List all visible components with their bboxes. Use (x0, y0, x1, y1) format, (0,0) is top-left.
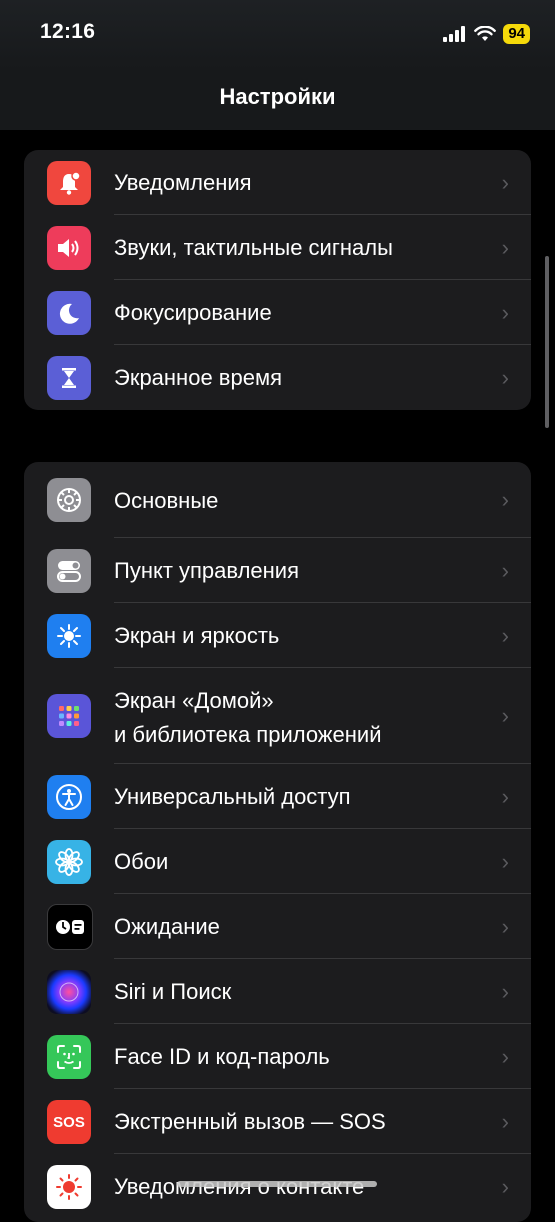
status-icons: 94 (443, 22, 530, 46)
exposure-icon (47, 1164, 91, 1209)
row-label: Основные (114, 487, 219, 513)
row-face-id[interactable]: Face ID и код-пароль › (24, 1024, 531, 1089)
svg-text:SOS: SOS (53, 1114, 85, 1131)
moon-icon (47, 290, 91, 335)
row-control-center[interactable]: Пункт управления › (24, 538, 531, 603)
app-grid-icon (47, 694, 91, 738)
siri-icon (47, 969, 91, 1014)
chevron-right-icon: › (501, 703, 509, 728)
settings-group-general: Основные › Пункт управления › Экран и яр… (24, 462, 531, 1222)
chevron-right-icon: › (501, 1173, 509, 1199)
row-label: Пункт управления (114, 558, 300, 583)
flower-icon (47, 839, 91, 884)
chevron-right-icon: › (501, 234, 509, 260)
chevron-right-icon: › (501, 913, 509, 939)
row-accessibility[interactable]: Универсальный доступ › (24, 764, 531, 829)
row-sounds[interactable]: Звуки, тактильные сигналы › (24, 215, 531, 280)
chevron-right-icon: › (501, 622, 509, 648)
row-notifications[interactable]: Уведомления › (24, 150, 531, 215)
row-siri[interactable]: Siri и Поиск › (24, 959, 531, 1024)
battery-indicator: 94 (503, 24, 530, 44)
row-label: Звуки, тактильные сигналы (114, 235, 393, 260)
row-display[interactable]: Экран и яркость › (24, 603, 531, 668)
hourglass-icon (47, 355, 91, 400)
chevron-right-icon: › (501, 978, 509, 1004)
chevron-right-icon: › (501, 783, 509, 809)
cellular-signal-icon (443, 26, 466, 42)
chevron-right-icon: › (501, 1108, 509, 1134)
row-label: Экран и яркость (114, 623, 280, 648)
page-title: Настройки (219, 84, 336, 109)
wifi-icon (474, 26, 497, 41)
row-general[interactable]: Основные › (24, 462, 531, 538)
sos-icon: SOS (47, 1099, 91, 1144)
row-home-screen[interactable]: Экран «Домой» и библиотека приложений › (24, 668, 531, 764)
row-label: Ожидание (114, 914, 220, 939)
face-id-icon (47, 1034, 91, 1079)
row-label: Экран «Домой» (114, 688, 274, 713)
chevron-right-icon: › (501, 364, 509, 390)
chevron-right-icon: › (501, 557, 509, 583)
chevron-right-icon: › (501, 299, 509, 325)
speaker-icon (47, 225, 91, 270)
chevron-right-icon: › (501, 487, 509, 512)
row-label: Face ID и код-пароль (114, 1044, 330, 1069)
row-label: Уведомления (114, 170, 252, 195)
chevron-right-icon: › (501, 848, 509, 874)
settings-group-focus: Уведомления › Звуки, тактильные сигналы … (24, 150, 531, 410)
toggles-icon (47, 548, 91, 593)
row-wallpaper[interactable]: Обои › (24, 829, 531, 894)
row-label-secondary: и библиотека приложений (114, 722, 382, 747)
sun-icon (47, 613, 91, 658)
row-label: Siri и Поиск (114, 979, 232, 1004)
status-time: 12:16 (40, 20, 96, 43)
accessibility-icon (47, 774, 91, 819)
chevron-right-icon: › (501, 1043, 509, 1069)
row-label: Экстренный вызов — SOS (114, 1109, 386, 1134)
bell-icon (47, 160, 91, 205)
scroll-indicator[interactable] (545, 256, 549, 428)
home-indicator[interactable] (177, 1181, 377, 1187)
row-focus[interactable]: Фокусирование › (24, 280, 531, 345)
chevron-right-icon: › (501, 169, 509, 195)
row-label: Фокусирование (114, 300, 272, 325)
row-screen-time[interactable]: Экранное время › (24, 345, 531, 410)
row-emergency-sos[interactable]: SOS Экстренный вызов — SOS › (24, 1089, 531, 1154)
standby-icon (47, 903, 93, 950)
status-bar: 12:16 94 (0, 0, 555, 70)
gear-icon (47, 478, 91, 522)
row-label: Универсальный доступ (114, 784, 351, 809)
row-label: Обои (114, 849, 169, 874)
row-label: Экранное время (114, 365, 282, 390)
row-standby[interactable]: Ожидание › (24, 894, 531, 959)
